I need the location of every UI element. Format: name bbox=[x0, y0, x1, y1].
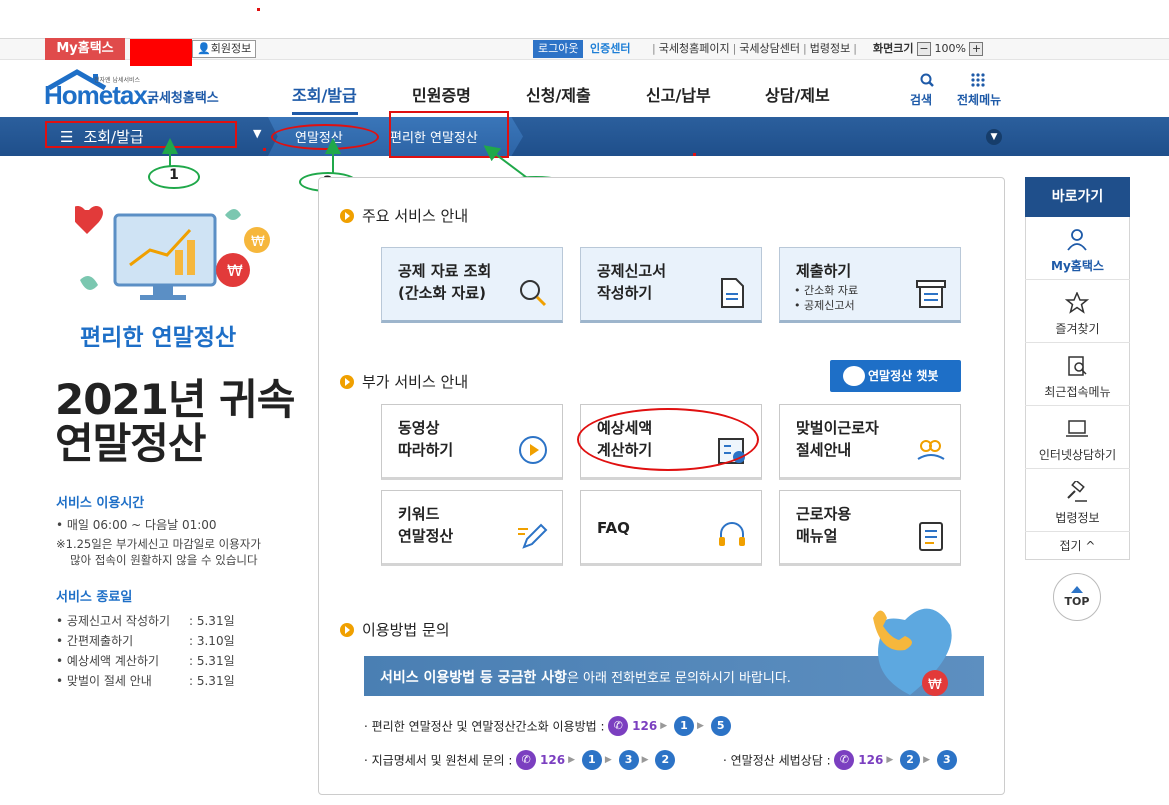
phone-icon: ✆ bbox=[834, 750, 855, 770]
section-extra-services: 부가 서비스 안내 bbox=[340, 371, 468, 392]
end-item-date: : 5.31일 bbox=[189, 614, 235, 628]
card-write-form[interactable]: 공제신고서 작성하기 bbox=[580, 247, 762, 323]
inquiry-banner-text: 서비스 이용방법 등 궁금한 사항은 아래 전화번호로 문의하시기 바랍니다. bbox=[380, 670, 791, 686]
quick-favorites[interactable]: 즐겨찾기 bbox=[1025, 280, 1130, 343]
magnifier-icon bbox=[520, 280, 547, 307]
end-item-date: : 5.31일 bbox=[189, 654, 235, 668]
left-big-line-2: 연말정산 bbox=[55, 419, 207, 468]
play-bullet-icon bbox=[340, 375, 354, 389]
phone-icon: ✆ bbox=[516, 750, 537, 770]
section-main-services: 주요 서비스 안내 bbox=[340, 205, 468, 226]
card-faq[interactable]: FAQ bbox=[580, 490, 762, 566]
service-hours-note-2: 많아 접속이 원활하지 않을 수 있습니다 bbox=[70, 553, 258, 567]
phone-heart-illustration: ₩ bbox=[873, 608, 952, 696]
couple-icon bbox=[917, 440, 945, 460]
submit-icon bbox=[916, 280, 946, 308]
recent-icon bbox=[1068, 356, 1087, 376]
service-hours-text: • 매일 06:00 ~ 다음날 01:00 bbox=[56, 518, 217, 532]
phone-icon: ✆ bbox=[608, 716, 629, 736]
star-icon bbox=[1065, 292, 1089, 314]
chatbot-icon bbox=[843, 366, 865, 386]
svg-text:₩: ₩ bbox=[251, 234, 265, 250]
card-video-guide[interactable]: 동영상 따라하기 bbox=[381, 404, 563, 480]
service-hours-note-1: ※1.25일은 부가세신고 마감일로 이용자가 bbox=[56, 537, 261, 551]
info-line-withholding: · 지급명세서 및 원천세 문의 : ✆ 126 ▶ 1 ▶ 3 ▶ 2 bbox=[364, 750, 676, 770]
top-label: TOP bbox=[1064, 595, 1090, 608]
end-item: • 간편제출하기 bbox=[56, 634, 134, 648]
info-line-tax-law: · 연말정산 세법상담 : ✆ 126 ▶ 2 ▶ 3 bbox=[723, 750, 957, 770]
left-title: 편리한 연말정산 bbox=[80, 325, 237, 351]
headset-icon bbox=[719, 522, 745, 546]
end-item: • 공제신고서 작성하기 bbox=[56, 614, 171, 628]
document-icon bbox=[721, 278, 744, 308]
annotation-label-1: 1 bbox=[148, 165, 200, 189]
quick-online-consult[interactable]: 인터넷상담하기 bbox=[1025, 406, 1130, 469]
end-item: • 맞벌이 절세 안내 bbox=[56, 674, 152, 688]
end-item: • 예상세액 계산하기 bbox=[56, 654, 160, 668]
card-deduction-inquiry[interactable]: 공제 자료 조회 (간소화 자료) bbox=[381, 247, 563, 323]
year-end-illustration: ₩ ₩ bbox=[75, 206, 270, 300]
svg-text:₩: ₩ bbox=[928, 677, 942, 693]
laptop-icon bbox=[1066, 420, 1088, 437]
person-icon bbox=[1067, 229, 1087, 251]
card-manual[interactable]: 근로자용 매뉴얼 bbox=[779, 490, 961, 566]
end-item-date: : 5.31일 bbox=[189, 674, 235, 688]
left-big-line-1: 2021년 귀속 bbox=[55, 375, 295, 424]
section-inquiry: 이용방법 문의 bbox=[340, 619, 450, 640]
end-item-date: : 3.10일 bbox=[189, 634, 235, 648]
card-submit[interactable]: 제출하기 • 간소화 자료 • 공제신고서 bbox=[779, 247, 961, 323]
play-icon bbox=[519, 436, 547, 464]
left-big-title: 2021년 귀속 연말정산 bbox=[55, 375, 295, 468]
play-bullet-icon bbox=[340, 209, 354, 223]
svg-text:₩: ₩ bbox=[227, 261, 243, 280]
arrow-up-icon bbox=[1071, 586, 1083, 593]
quick-law-info[interactable]: 법령정보 bbox=[1025, 469, 1130, 532]
annotation-oval-4 bbox=[577, 408, 759, 471]
manual-icon bbox=[919, 522, 943, 551]
play-bullet-icon bbox=[340, 623, 354, 637]
pencil-icon bbox=[518, 523, 548, 549]
scroll-top-button[interactable]: TOP bbox=[1053, 573, 1101, 621]
service-end-heading: 서비스 종료일 bbox=[56, 590, 133, 605]
info-line-easy: · 편리한 연말정산 및 연말정산간소화 이용방법 : ✆ 126 ▶ 1 ▶ 5 bbox=[364, 716, 731, 736]
card-dual-income[interactable]: 맞벌이근로자 절세안내 bbox=[779, 404, 961, 480]
quick-fold-button[interactable]: 접기 ^ bbox=[1025, 533, 1130, 559]
quick-my-hometax[interactable]: My홈택스 bbox=[1025, 217, 1130, 280]
gavel-icon bbox=[1067, 481, 1087, 502]
service-hours-heading: 서비스 이용시간 bbox=[56, 496, 145, 511]
quick-menu-heading: 바로가기 bbox=[1025, 177, 1130, 217]
quick-recent-menu[interactable]: 최근접속메뉴 bbox=[1025, 343, 1130, 406]
card-keyword[interactable]: 키워드 연말정산 bbox=[381, 490, 563, 566]
